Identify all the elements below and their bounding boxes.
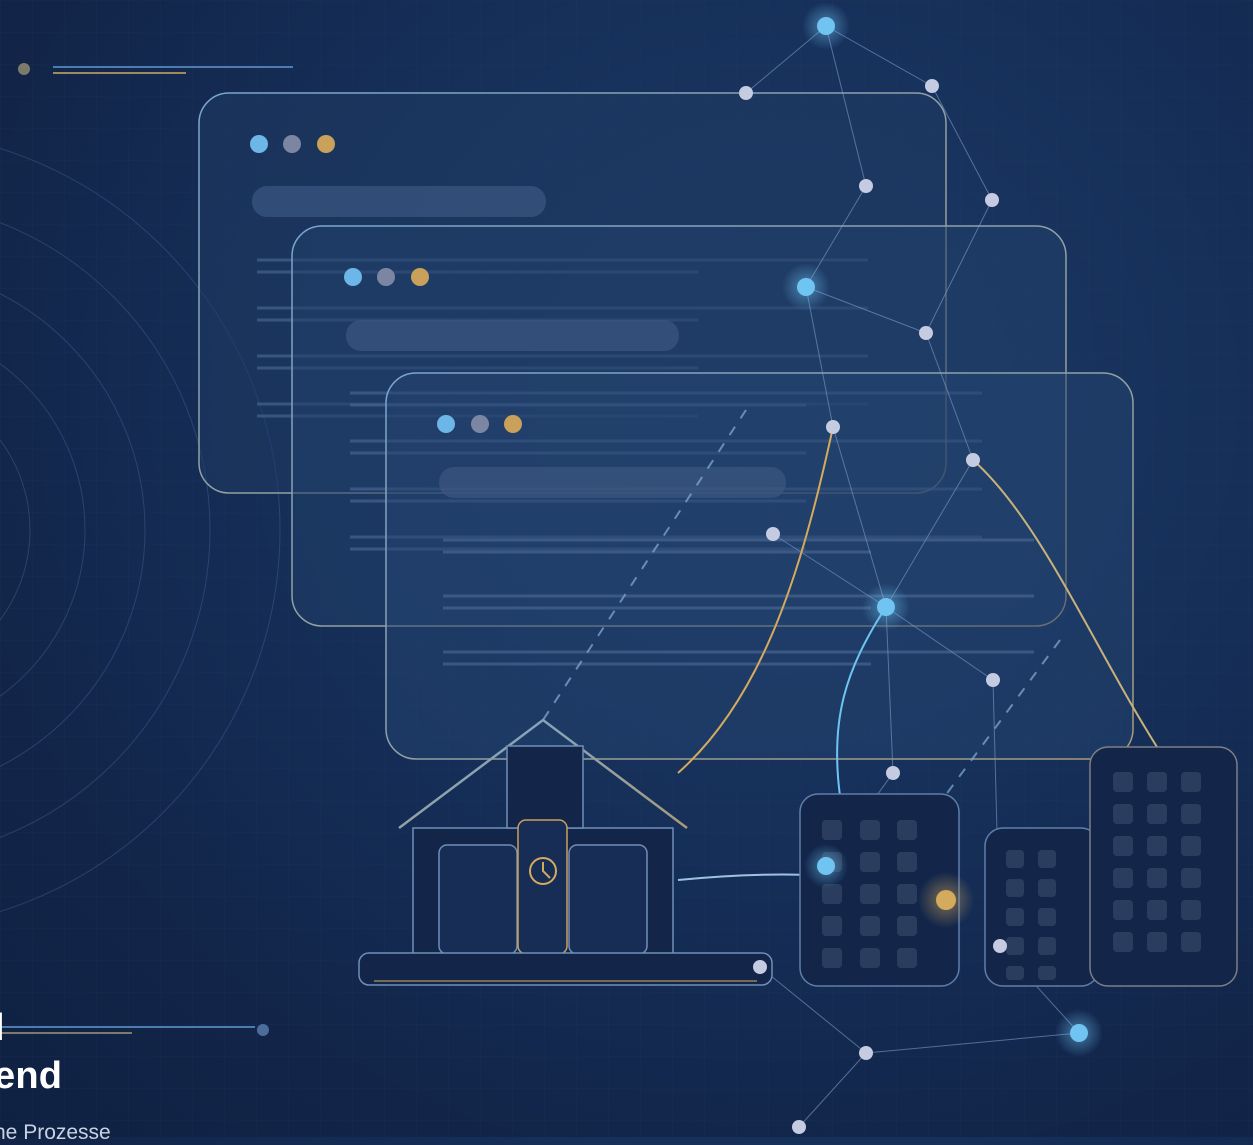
office-building-icon <box>984 827 1100 987</box>
window-dot-blue <box>344 268 362 286</box>
hero-illustration <box>0 0 1253 1137</box>
window-dot-gray <box>377 268 395 286</box>
office-building-icon <box>1089 746 1238 987</box>
hero-title: l end <box>0 1004 62 1100</box>
window-dot-blue <box>250 135 268 153</box>
window-dot-gray <box>283 135 301 153</box>
window-dot-gold <box>317 135 335 153</box>
window-dot-gold <box>504 415 522 433</box>
hero-title-line-2: end <box>0 1055 63 1097</box>
window-dot-blue <box>437 415 455 433</box>
browser-window-front <box>385 372 1134 760</box>
window-dot-gray <box>471 415 489 433</box>
hero-subtitle: he Prozesse <box>0 1121 111 1144</box>
hero-title-line-1: l <box>0 1007 5 1049</box>
hero-text-block: l end <box>0 1004 62 1100</box>
window-dot-gold <box>411 268 429 286</box>
